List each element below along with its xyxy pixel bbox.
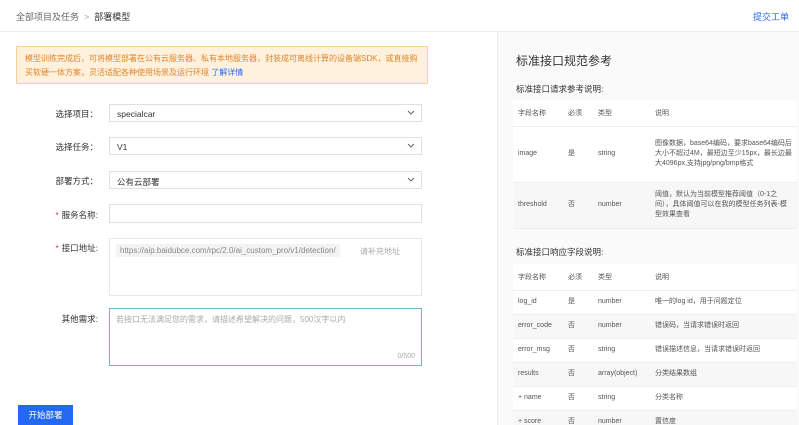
- table-header-cell: 说明: [650, 264, 797, 291]
- deploy-method-select[interactable]: 公有云部署: [109, 171, 422, 189]
- table-cell: image: [513, 126, 563, 183]
- other-needs-textarea[interactable]: 若接口无法满足您的需求，请描述希望解决的问题，500汉字以内 0/500: [109, 308, 422, 366]
- table-row: + score 否 number 置信度: [513, 410, 797, 425]
- table-header-cell: 字段名称: [513, 100, 563, 127]
- table-cell: 唯一的log id，用于问题定位: [650, 290, 797, 315]
- table-cell: number: [593, 410, 650, 425]
- breadcrumb-parent-link[interactable]: 全部项目及任务: [16, 12, 79, 22]
- breadcrumb: 全部项目及任务 > 部署模型: [16, 10, 130, 23]
- table-cell: 否: [563, 182, 593, 229]
- spec-reference-pane: 标准接口规范参考 标准接口请求参考说明: 字段名称 必须 类型 说明 image 是 st…: [497, 32, 799, 425]
- address-prefix: https://aip.baidubce.com/rpc/2.0/ai_cust…: [116, 244, 340, 257]
- response-spec-table: 字段名称 必须 类型 说明 log_id 是 number 唯一的log id，用于问题定位…: [513, 264, 797, 425]
- address-label: * 接口地址:: [55, 242, 98, 254]
- deploy-form-pane: 模型训练完成后，可将模型部署在公有云服务器、私有本地服务器，封装成可离线计算的设…: [0, 32, 488, 425]
- table-cell: 分类结果数组: [650, 362, 797, 387]
- table-header-row: 字段名称 必须 类型 说明: [513, 264, 797, 291]
- other-needs-placeholder: 若接口无法满足您的需求，请描述希望解决的问题，500汉字以内: [116, 315, 346, 324]
- deploy-method-value: 公有云部署: [117, 177, 160, 187]
- chevron-down-icon: [407, 177, 415, 182]
- address-label-text: 接口地址:: [61, 243, 98, 253]
- project-select[interactable]: specialcar: [109, 104, 422, 122]
- task-label: 选择任务：: [55, 142, 98, 152]
- address-suffix-input[interactable]: 请补充地址: [360, 246, 400, 257]
- service-name-label-text: 服务名称:: [61, 210, 98, 220]
- chevron-down-icon: [407, 110, 415, 115]
- table-cell: string: [593, 126, 650, 183]
- spec-title: 标准接口规范参考: [516, 54, 613, 68]
- submit-ticket-link[interactable]: 提交工单: [753, 10, 789, 23]
- table-cell: string: [593, 386, 650, 411]
- table-cell: results: [513, 362, 563, 387]
- table-cell: 否: [563, 410, 593, 425]
- table-cell: 图像数据，base64编码，要求base64编码后大小不超过4M，最短边至少15…: [650, 126, 797, 183]
- service-name-input[interactable]: [109, 204, 422, 223]
- table-cell: 否: [563, 314, 593, 339]
- start-deploy-button[interactable]: 开始部署: [18, 405, 73, 425]
- table-header-cell: 说明: [650, 100, 797, 127]
- table-cell: threshold: [513, 182, 563, 229]
- table-cell: 是: [563, 290, 593, 315]
- table-header-cell: 类型: [593, 264, 650, 291]
- breadcrumb-separator: >: [84, 12, 90, 22]
- table-cell: error_msg: [513, 338, 563, 363]
- table-row: + name 否 string 分类名称: [513, 386, 797, 411]
- other-needs-label: 其他需求:: [61, 314, 98, 324]
- table-header-cell: 必须: [563, 100, 593, 127]
- chevron-down-icon: [407, 143, 415, 148]
- table-cell: 否: [563, 362, 593, 387]
- char-counter: 0/500: [397, 353, 415, 360]
- table-cell: number: [593, 290, 650, 315]
- table-header-cell: 类型: [593, 100, 650, 127]
- table-cell: 是: [563, 126, 593, 183]
- table-cell: 分类名称: [650, 386, 797, 411]
- table-header-row: 字段名称 必须 类型 说明: [513, 100, 797, 127]
- table-cell: + score: [513, 410, 563, 425]
- deploy-method-label: 部署方式：: [55, 176, 98, 186]
- request-spec-title: 标准接口请求参考说明:: [516, 84, 604, 94]
- table-cell: number: [593, 314, 650, 339]
- table-cell: 否: [563, 338, 593, 363]
- table-row: log_id 是 number 唯一的log id，用于问题定位: [513, 290, 797, 315]
- table-row: error_msg 否 string 错误描述信息，当请求错误时返回: [513, 338, 797, 363]
- task-value: V1: [117, 142, 128, 152]
- table-cell: error_code: [513, 314, 563, 339]
- service-name-label: * 服务名称:: [55, 209, 98, 221]
- address-field: https://aip.baidubce.com/rpc/2.0/ai_cust…: [109, 238, 422, 296]
- breadcrumb-current: 部署模型: [94, 12, 131, 22]
- info-notice: 模型训练完成后，可将模型部署在公有云服务器、私有本地服务器，封装成可离线计算的设…: [16, 46, 428, 84]
- table-cell: number: [593, 182, 650, 229]
- table-cell: 否: [563, 386, 593, 411]
- table-cell: + name: [513, 386, 563, 411]
- task-select[interactable]: V1: [109, 137, 422, 155]
- table-cell: string: [593, 338, 650, 363]
- table-row: error_code 否 number 错误码，当请求错误时返回: [513, 314, 797, 339]
- table-row: image 是 string 图像数据，base64编码，要求base64编码后大小不…: [513, 126, 797, 183]
- table-header-cell: 字段名称: [513, 264, 563, 291]
- required-mark: *: [55, 243, 59, 253]
- response-spec-title: 标准接口响应字段说明:: [516, 247, 604, 257]
- top-bar: 全部项目及任务 > 部署模型 提交工单: [0, 0, 799, 32]
- project-label: 选择项目：: [55, 109, 98, 119]
- table-cell: 阈值，默认为当前模型推荐阈值（0-1之间），具体阈值可以在我的模型任务列表-模型…: [650, 182, 797, 229]
- project-value: specialcar: [117, 109, 156, 119]
- request-spec-table: 字段名称 必须 类型 说明 image 是 string 图像数据，base64编码，要求b…: [513, 100, 797, 229]
- table-row: threshold 否 number 阈值，默认为当前模型推荐阈值（0-1之间），具体…: [513, 182, 797, 229]
- table-cell: log_id: [513, 290, 563, 315]
- table-header-cell: 必须: [563, 264, 593, 291]
- table-cell: 错误描述信息，当请求错误时返回: [650, 338, 797, 363]
- table-cell: 错误码，当请求错误时返回: [650, 314, 797, 339]
- learn-more-link[interactable]: 了解详情: [211, 68, 243, 77]
- required-mark: *: [55, 210, 59, 220]
- table-row: results 否 array(object) 分类结果数组: [513, 362, 797, 387]
- table-cell: array(object): [593, 362, 650, 387]
- table-cell: 置信度: [650, 410, 797, 425]
